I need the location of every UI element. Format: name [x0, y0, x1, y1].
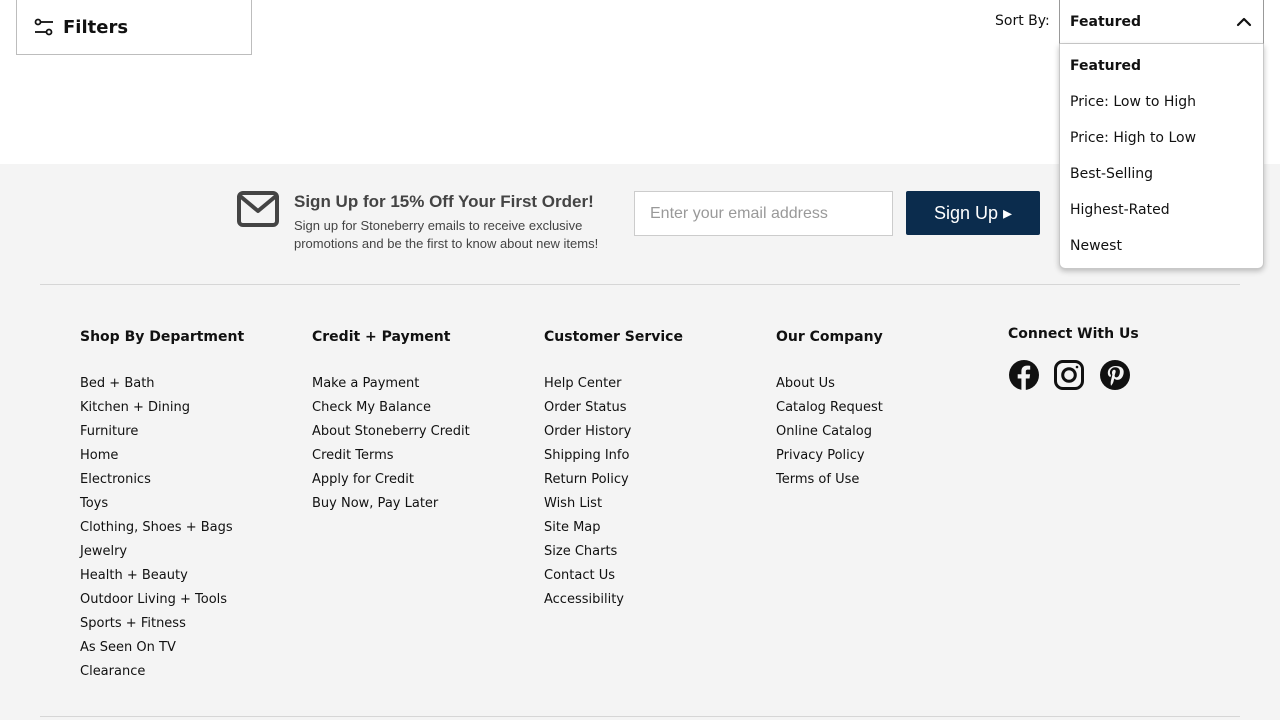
sort-option-price-low-high[interactable]: Price: Low to High	[1060, 84, 1263, 120]
footer-link[interactable]: Check My Balance	[312, 396, 470, 420]
footer-link[interactable]: Furniture	[80, 420, 244, 444]
footer-link[interactable]: Electronics	[80, 468, 244, 492]
footer-column-our-company: Our Company About Us Catalog Request Onl…	[776, 326, 883, 492]
footer-link[interactable]: Size Charts	[544, 540, 683, 564]
column-heading: Shop By Department	[80, 329, 245, 345]
footer-link[interactable]: Clearance	[80, 660, 244, 684]
column-heading: Credit + Payment	[312, 329, 451, 345]
footer-link[interactable]: Wish List	[544, 492, 683, 516]
footer-link[interactable]: Jewelry	[80, 540, 244, 564]
footer-link[interactable]: Terms of Use	[776, 468, 883, 492]
footer-link[interactable]: Catalog Request	[776, 396, 883, 420]
footer-link[interactable]: Apply for Credit	[312, 468, 470, 492]
signup-button[interactable]: Sign Up ▸	[906, 191, 1040, 235]
sort-select[interactable]: Featured	[1059, 0, 1264, 44]
instagram-icon[interactable]	[1053, 359, 1085, 392]
footer-link[interactable]: Kitchen + Dining	[80, 396, 244, 420]
sort-by-label: Sort By:	[995, 13, 1050, 29]
footer-column-customer-service: Customer Service Help Center Order Statu…	[544, 326, 683, 612]
email-input[interactable]	[634, 191, 893, 236]
footer-divider	[40, 284, 1240, 285]
connect-heading: Connect With Us	[1008, 326, 1139, 342]
footer-link[interactable]: Order Status	[544, 396, 683, 420]
footer-link[interactable]: Make a Payment	[312, 372, 470, 396]
footer-link[interactable]: Health + Beauty	[80, 564, 244, 588]
chevron-up-icon	[1235, 13, 1253, 31]
footer-link[interactable]: Clothing, Shoes + Bags	[80, 516, 244, 540]
filters-label: Filters	[63, 16, 129, 38]
footer-link[interactable]: Accessibility	[544, 588, 683, 612]
footer-link[interactable]: Credit Terms	[312, 444, 470, 468]
footer-link[interactable]: Sports + Fitness	[80, 612, 244, 636]
footer-link[interactable]: Home	[80, 444, 244, 468]
footer-column-shop-by-department: Shop By Department Bed + Bath Kitchen + …	[80, 326, 244, 684]
footer-column-credit-payment: Credit + Payment Make a Payment Check My…	[312, 326, 470, 516]
signup-title: Sign Up for 15% Off Your First Order!	[294, 192, 594, 211]
footer-bottom-divider	[40, 716, 1240, 717]
sort-option-newest[interactable]: Newest	[1060, 228, 1263, 264]
sort-option-highest-rated[interactable]: Highest-Rated	[1060, 192, 1263, 228]
sort-dropdown-menu: Featured Price: Low to High Price: High …	[1059, 44, 1264, 269]
sliders-icon	[33, 16, 55, 38]
footer-link[interactable]: Contact Us	[544, 564, 683, 588]
footer-link[interactable]: About Stoneberry Credit	[312, 420, 470, 444]
footer-link[interactable]: As Seen On TV	[80, 636, 244, 660]
footer-link[interactable]: Toys	[80, 492, 244, 516]
footer-link[interactable]: About Us	[776, 372, 883, 396]
sort-option-best-selling[interactable]: Best-Selling	[1060, 156, 1263, 192]
connect-section: Connect With Us	[1008, 323, 1139, 345]
footer-link[interactable]: Privacy Policy	[776, 444, 883, 468]
footer-link[interactable]: Online Catalog	[776, 420, 883, 444]
sort-selected-value: Featured	[1070, 13, 1142, 30]
footer-link[interactable]: Help Center	[544, 372, 683, 396]
footer-link[interactable]: Site Map	[544, 516, 683, 540]
column-heading: Our Company	[776, 329, 883, 345]
footer-link[interactable]: Outdoor Living + Tools	[80, 588, 244, 612]
footer-link[interactable]: Return Policy	[544, 468, 683, 492]
pinterest-icon[interactable]	[1099, 359, 1131, 392]
footer-link[interactable]: Shipping Info	[544, 444, 683, 468]
sort-option-featured[interactable]: Featured	[1060, 48, 1263, 84]
filters-button[interactable]: Filters	[16, 0, 252, 55]
facebook-icon[interactable]	[1008, 359, 1040, 392]
column-heading: Customer Service	[544, 329, 683, 345]
envelope-icon	[236, 190, 280, 228]
sort-option-price-high-low[interactable]: Price: High to Low	[1060, 120, 1263, 156]
signup-description: Sign up for Stoneberry emails to receive…	[294, 218, 599, 251]
footer-link[interactable]: Bed + Bath	[80, 372, 244, 396]
footer-link[interactable]: Buy Now, Pay Later	[312, 492, 470, 516]
footer-link[interactable]: Order History	[544, 420, 683, 444]
